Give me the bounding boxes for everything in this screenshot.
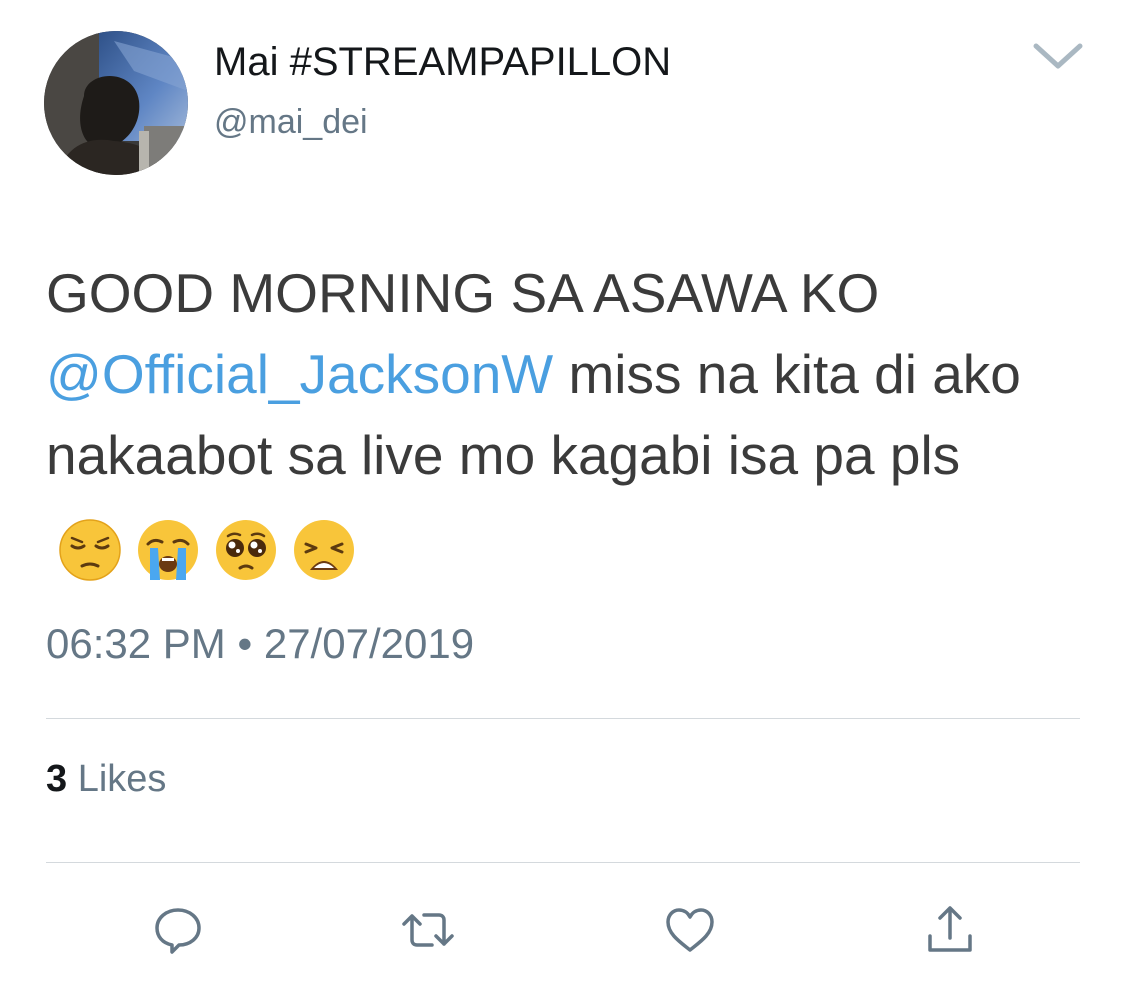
display-name[interactable]: Mai #STREAMPAPILLON xyxy=(214,40,671,85)
like-icon[interactable] xyxy=(662,902,718,958)
likes-count: 3 xyxy=(46,758,68,800)
timestamp-separator: • xyxy=(237,620,253,667)
avatar[interactable] xyxy=(44,31,188,175)
pleading-face-emoji xyxy=(214,518,278,582)
user-handle[interactable]: @mai_dei xyxy=(214,103,368,142)
retweet-icon[interactable] xyxy=(400,902,456,958)
likes-label: Likes xyxy=(77,758,167,800)
tweet-time: 06:32 PM xyxy=(46,620,226,667)
loudly-crying-face-emoji xyxy=(136,518,200,582)
tweet-text-start: GOOD MORNING SA ASAWA KO xyxy=(46,262,880,324)
tweet-date: 27/07/2019 xyxy=(263,620,475,667)
divider xyxy=(46,718,1080,719)
weary-face-emoji xyxy=(292,518,356,582)
chevron-down-icon[interactable] xyxy=(1030,38,1086,74)
likes-stat[interactable]: 3 Likes xyxy=(46,758,166,801)
tweet-timestamp: 06:32 PM • 27/07/2019 xyxy=(46,620,474,668)
tweet-text: GOOD MORNING SA ASAWA KO @Official_Jacks… xyxy=(46,253,1086,587)
divider xyxy=(46,862,1080,863)
share-icon[interactable] xyxy=(922,902,978,958)
emoji-group xyxy=(58,506,370,587)
reply-icon[interactable] xyxy=(150,902,206,958)
pensive-face-emoji xyxy=(58,518,122,582)
mention-link[interactable]: @Official_JacksonW xyxy=(46,343,553,405)
